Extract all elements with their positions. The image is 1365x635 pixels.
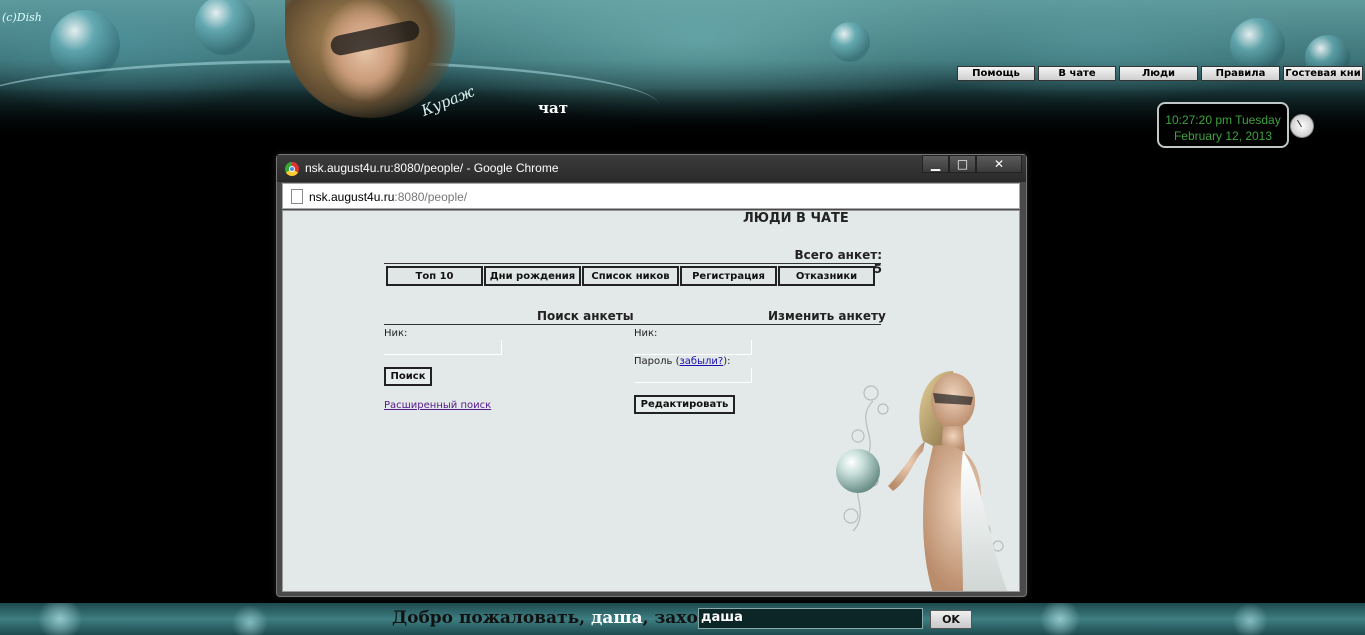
- clock-date: February 12, 2013: [1173, 129, 1273, 143]
- advanced-search-link[interactable]: Расширенный поиск: [384, 400, 491, 411]
- password-label: Пароль (забыли?):: [634, 356, 731, 367]
- woman-with-bubble-illustration: [836, 371, 1008, 591]
- divider: [384, 324, 881, 325]
- clock-time: 10:27:20 pm Tuesday: [1165, 113, 1281, 127]
- tab-refusers[interactable]: Отказники: [778, 266, 875, 286]
- clock-icon: [1290, 114, 1314, 138]
- page-heading: ЛЮДИ В ЧАТЕ: [743, 211, 849, 226]
- search-nick-label: Ник:: [384, 328, 408, 339]
- ok-button[interactable]: OK: [930, 610, 972, 629]
- edit-section-title: Изменить анкету: [768, 309, 886, 323]
- edit-nick-label: Ник:: [634, 328, 658, 339]
- url-host: nsk.august4u.ru: [309, 190, 395, 204]
- close-button[interactable]: ✕: [976, 155, 1022, 173]
- chrome-logo-icon: [285, 162, 299, 176]
- search-section-title: Поиск анкеты: [537, 309, 634, 323]
- password-input[interactable]: [634, 368, 752, 383]
- nav-help-button[interactable]: Помощь: [957, 66, 1035, 81]
- bubble-decoration: [195, 0, 255, 55]
- edit-nick-input[interactable]: [634, 340, 752, 355]
- window-controls: ▁ □ ✕: [922, 155, 1022, 173]
- welcome-text: Добро пожаловать, даша, заходи!: [392, 608, 730, 628]
- copyright-text: (c)Dish: [2, 11, 42, 24]
- forgot-password-link[interactable]: забыли?: [679, 356, 723, 367]
- window-title: nsk.august4u.ru:8080/people/ - Google Ch…: [305, 161, 559, 175]
- tab-registration[interactable]: Регистрация: [680, 266, 777, 286]
- bubble-decoration: [830, 22, 870, 62]
- nav-people-button[interactable]: Люди: [1119, 66, 1198, 81]
- nav-guestbook-button[interactable]: Гостевая кни: [1283, 66, 1363, 81]
- search-button[interactable]: Поиск: [384, 367, 432, 386]
- tab-birthdays[interactable]: Дни рождения: [484, 266, 581, 286]
- maximize-button[interactable]: □: [949, 155, 976, 173]
- people-tabs: Топ 10 Дни рождения Список ников Регистр…: [386, 266, 876, 286]
- message-input[interactable]: даша: [698, 608, 923, 629]
- people-page-content: ЛЮДИ В ЧАТЕ Всего анкет: 5 Топ 10 Дни ро…: [282, 210, 1020, 592]
- page-icon: [291, 189, 303, 204]
- address-bar[interactable]: nsk.august4u.ru:8080/people/: [282, 183, 1020, 209]
- window-titlebar[interactable]: nsk.august4u.ru:8080/people/ - Google Ch…: [277, 155, 1026, 182]
- search-nick-input[interactable]: [384, 340, 502, 355]
- tab-nick-list[interactable]: Список ников: [582, 266, 679, 286]
- nav-in-chat-button[interactable]: В чате: [1038, 66, 1116, 81]
- top-navigation: Помощь В чате Люди Правила Гостевая кни: [957, 66, 1363, 82]
- people-popup-window: nsk.august4u.ru:8080/people/ - Google Ch…: [276, 154, 1027, 597]
- clock-widget: 10:27:20 pm Tuesday February 12, 2013: [1157, 102, 1289, 148]
- user-name: даша: [590, 608, 643, 628]
- divider: [384, 263, 881, 264]
- tab-top-10[interactable]: Топ 10: [386, 266, 483, 286]
- bubble-decoration: [1230, 18, 1285, 73]
- minimize-button[interactable]: ▁: [922, 155, 949, 173]
- url-path: :8080/people/: [394, 190, 468, 204]
- address-url[interactable]: nsk.august4u.ru:8080/people/: [309, 190, 467, 204]
- site-title: чат: [538, 99, 568, 117]
- nav-rules-button[interactable]: Правила: [1201, 66, 1280, 81]
- edit-profile-button[interactable]: Редактировать: [634, 395, 735, 414]
